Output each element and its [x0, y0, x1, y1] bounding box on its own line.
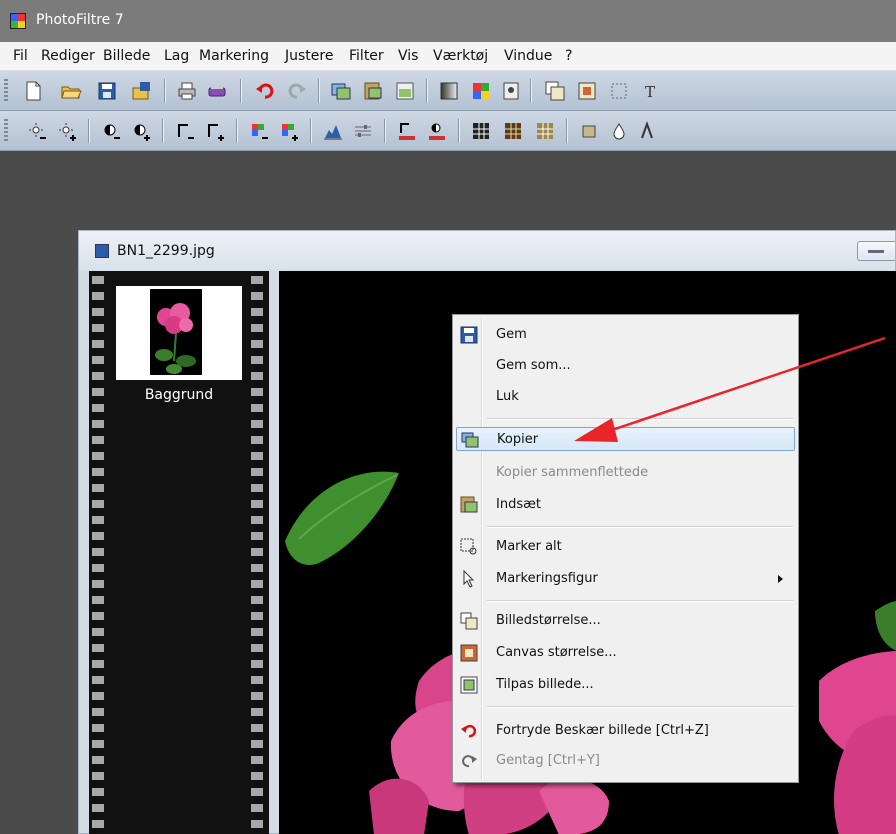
annotation-arrow: [574, 336, 886, 442]
